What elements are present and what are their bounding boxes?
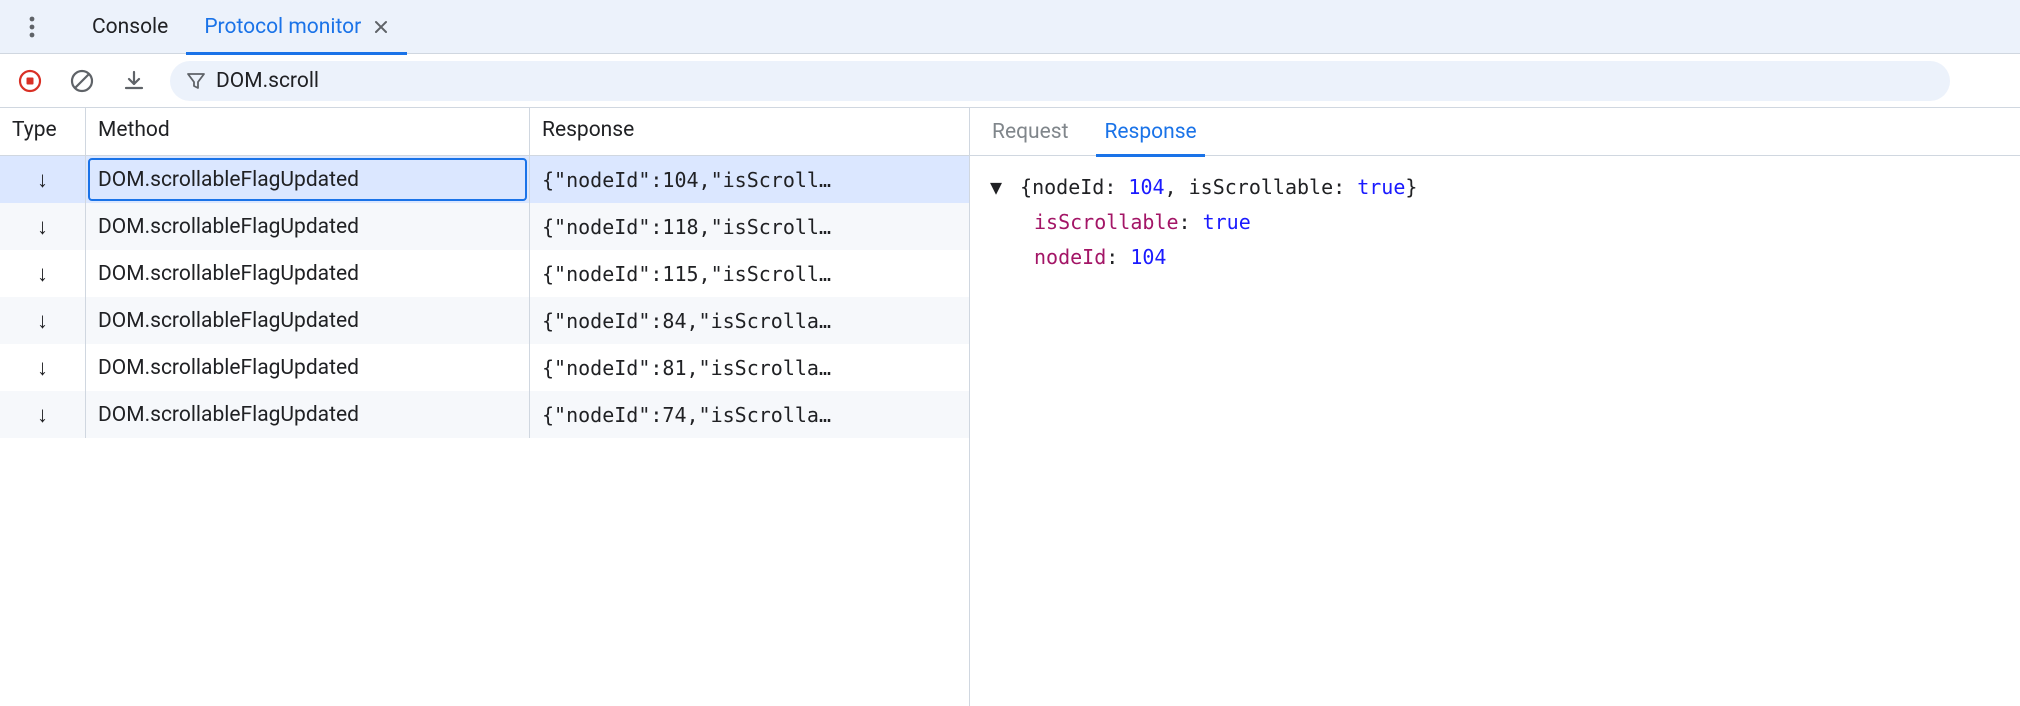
val-isscrollable: true: [1203, 210, 1251, 234]
json-view: ▼ {nodeId: 104, isScrollable: true} isSc…: [970, 156, 2020, 289]
tab-console[interactable]: Console: [74, 0, 186, 54]
method-cell: DOM.scrollableFlagUpdated: [86, 203, 530, 250]
filter-icon: [186, 71, 206, 91]
method-cell: DOM.scrollableFlagUpdated: [86, 250, 530, 297]
nodeid-value: 104: [1128, 175, 1164, 199]
method-cell: DOM.scrollableFlagUpdated: [86, 391, 530, 438]
table-body: ↓DOM.scrollableFlagUpdated{"nodeId":104,…: [0, 156, 969, 706]
response-cell: {"nodeId":115,"isScroll…: [530, 250, 969, 297]
protocol-table: Type Method Response ↓DOM.scrollableFlag…: [0, 108, 970, 706]
table-row[interactable]: ↓DOM.scrollableFlagUpdated{"nodeId":81,"…: [0, 344, 969, 391]
type-arrow-icon: ↓: [0, 391, 86, 438]
filter-field[interactable]: [170, 61, 1950, 101]
tab-label: Console: [92, 15, 168, 39]
response-cell: {"nodeId":81,"isScrolla…: [530, 344, 969, 391]
response-cell: {"nodeId":84,"isScrolla…: [530, 297, 969, 344]
table-header: Type Method Response: [0, 108, 969, 156]
val-nodeid: 104: [1130, 245, 1166, 269]
table-row[interactable]: ↓DOM.scrollableFlagUpdated{"nodeId":104,…: [0, 156, 969, 203]
type-arrow-icon: ↓: [0, 344, 86, 391]
tab-label: Protocol monitor: [204, 15, 361, 39]
record-icon[interactable]: [14, 65, 46, 97]
response-cell: {"nodeId":74,"isScrolla…: [530, 391, 969, 438]
tab-bar: Console Protocol monitor: [0, 0, 2020, 54]
key-isscrollable: isScrollable: [1034, 210, 1179, 234]
tab-response[interactable]: Response: [1100, 108, 1200, 156]
tab-protocol-monitor[interactable]: Protocol monitor: [186, 0, 407, 54]
key-nodeid: nodeId: [1034, 245, 1106, 269]
col-method[interactable]: Method: [86, 108, 530, 155]
panel-tabs: Request Response: [970, 108, 2020, 156]
isscrollable-value: true: [1357, 175, 1405, 199]
json-prop: nodeId: 104: [990, 240, 2000, 275]
col-response[interactable]: Response: [530, 108, 969, 155]
type-arrow-icon: ↓: [0, 156, 86, 203]
main: Type Method Response ↓DOM.scrollableFlag…: [0, 108, 2020, 706]
brace: {nodeId:: [1020, 175, 1128, 199]
sep: , isScrollable:: [1165, 175, 1358, 199]
col-type[interactable]: Type: [0, 108, 86, 155]
clear-icon[interactable]: [66, 65, 98, 97]
json-root[interactable]: ▼ {nodeId: 104, isScrollable: true}: [990, 170, 2000, 205]
table-row[interactable]: ↓DOM.scrollableFlagUpdated{"nodeId":115,…: [0, 250, 969, 297]
tab-request[interactable]: Request: [988, 108, 1072, 156]
type-arrow-icon: ↓: [0, 297, 86, 344]
toolbar: [0, 54, 2020, 108]
download-icon[interactable]: [118, 65, 150, 97]
method-cell: DOM.scrollableFlagUpdated: [86, 156, 530, 203]
json-prop: isScrollable: true: [990, 205, 2000, 240]
table-row[interactable]: ↓DOM.scrollableFlagUpdated{"nodeId":84,"…: [0, 297, 969, 344]
response-cell: {"nodeId":118,"isScroll…: [530, 203, 969, 250]
type-arrow-icon: ↓: [0, 203, 86, 250]
close-icon[interactable]: [373, 19, 389, 35]
table-row[interactable]: ↓DOM.scrollableFlagUpdated{"nodeId":118,…: [0, 203, 969, 250]
method-cell: DOM.scrollableFlagUpdated: [86, 344, 530, 391]
kebab-menu-icon[interactable]: [14, 9, 50, 45]
response-cell: {"nodeId":104,"isScroll…: [530, 156, 969, 203]
filter-input[interactable]: [216, 69, 1934, 93]
chevron-down-icon[interactable]: ▼: [990, 170, 1008, 205]
brace: }: [1405, 175, 1417, 199]
type-arrow-icon: ↓: [0, 250, 86, 297]
table-row[interactable]: ↓DOM.scrollableFlagUpdated{"nodeId":74,"…: [0, 391, 969, 438]
detail-panel: Request Response ▼ {nodeId: 104, isScrol…: [970, 108, 2020, 706]
method-cell: DOM.scrollableFlagUpdated: [86, 297, 530, 344]
